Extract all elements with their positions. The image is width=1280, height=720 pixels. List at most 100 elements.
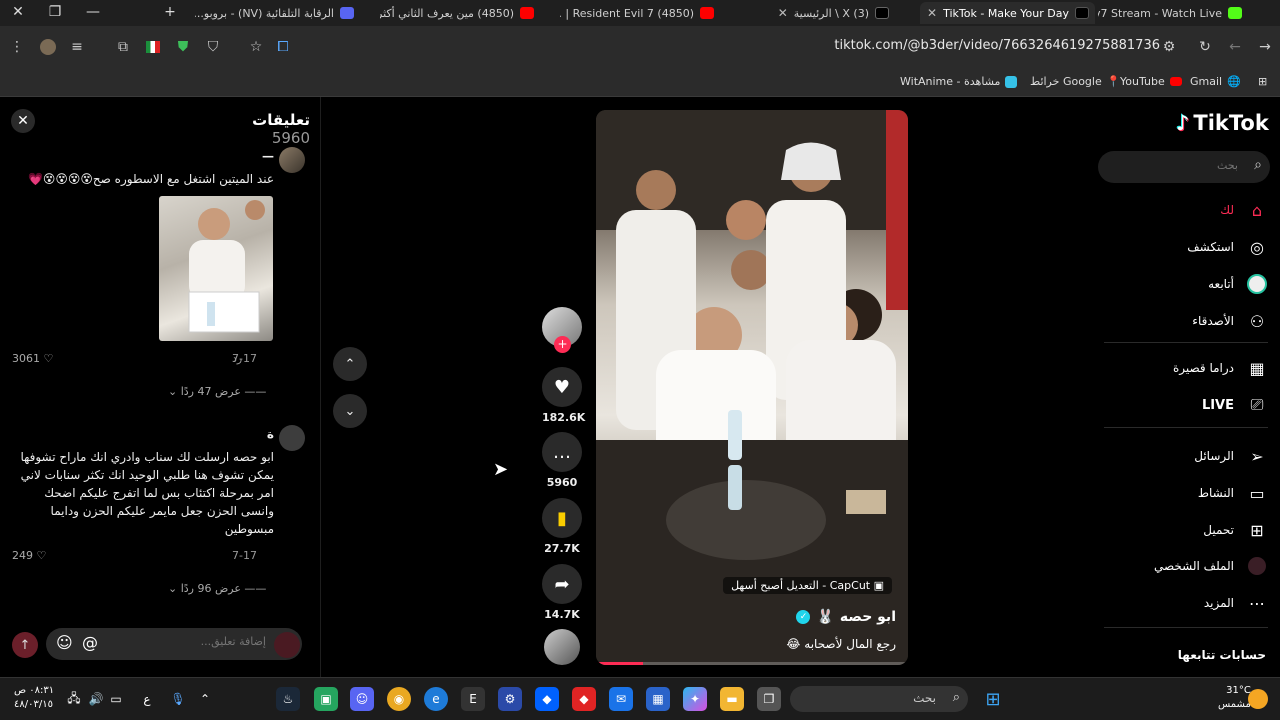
nav-explore[interactable]: استكشف ◎ — [1130, 234, 1268, 260]
comment-likes[interactable]: 249 ♡ — [12, 549, 46, 562]
tray-chevron-icon[interactable]: ⌃ — [193, 687, 217, 711]
nav-friends[interactable]: الأصدقاء ⚇ — [1130, 308, 1268, 334]
discord-icon[interactable]: ☺ — [350, 687, 374, 711]
reload-icon[interactable]: ↻ — [1194, 36, 1216, 58]
edge-icon[interactable]: e — [424, 687, 448, 711]
store-icon[interactable]: ▦ — [646, 687, 670, 711]
nav-upload[interactable]: تحميل ⊞ — [1130, 517, 1268, 543]
send-comment-button[interactable]: ↑ — [12, 632, 38, 658]
taskbar-search[interactable]: بحث ⌕ — [790, 686, 968, 712]
forward-icon[interactable]: ← — [1224, 36, 1246, 58]
app-green-icon[interactable]: ▣ — [314, 687, 338, 711]
nav-short-drama[interactable]: دراما قصيرة ▦ — [1130, 355, 1268, 381]
like-button[interactable]: ♥ 182.6K — [542, 367, 585, 424]
view-replies-button[interactable]: —— عرض 47 ردًا ⌄ — [168, 385, 266, 398]
previous-video-button[interactable]: ⌃ — [333, 347, 367, 381]
comment-author[interactable]: — — [240, 147, 274, 165]
tiktok-logo[interactable]: ♪ TikTok — [1176, 111, 1269, 135]
next-video-button[interactable]: ⌄ — [333, 394, 367, 428]
video-player[interactable]: ▣ CapCut - التعديل أصبح أسهل ابو حصه 🐰 ✓… — [596, 110, 908, 665]
nav-live[interactable]: LIVE ⎚ — [1130, 392, 1268, 418]
steam-icon[interactable]: ♨ — [276, 687, 300, 711]
bookmark-gmail[interactable]: 🌐 Gmail — [1190, 75, 1241, 88]
music-disc-button[interactable] — [542, 629, 582, 665]
bookmark-youtube[interactable]: YouTube — [1120, 75, 1182, 88]
video-author[interactable]: ابو حصه 🐰 ✓ — [796, 609, 896, 625]
nav-messages[interactable]: الرسائل ➢ — [1130, 443, 1268, 469]
battery-icon[interactable]: ▭ — [104, 687, 128, 711]
save-button[interactable]: ▮ 27.7K — [542, 498, 582, 555]
nav-following[interactable]: أتابعه — [1130, 271, 1268, 297]
nav-more[interactable]: المزيد ⋯ — [1130, 590, 1268, 616]
comment-author[interactable]: ة — [240, 425, 274, 443]
search-icon[interactable]: ⌕ — [1254, 157, 1262, 173]
follow-plus-icon[interactable]: + — [554, 336, 571, 353]
share-button[interactable]: ➦ 14.7K — [542, 564, 582, 621]
creator-avatar-button[interactable]: + — [542, 307, 582, 353]
minimize-window-icon[interactable]: — — [83, 4, 103, 20]
tab-nxv7[interactable]: Nxv7 Stream - Watch Live — [1098, 2, 1248, 24]
privacy-shield-icon[interactable]: ⛉ — [202, 36, 224, 58]
mail-icon[interactable]: ✉ — [609, 687, 633, 711]
app-red-icon[interactable]: ◆ — [572, 687, 596, 711]
comment-input[interactable] — [116, 635, 266, 648]
epic-games-icon[interactable]: E — [461, 687, 485, 711]
comment-likes[interactable]: 3061 ♡ — [12, 352, 53, 365]
search-input[interactable] — [1118, 159, 1238, 172]
file-explorer-icon[interactable]: ▬ — [720, 687, 744, 711]
bookmark-star-icon[interactable]: ☆ — [245, 36, 267, 58]
app-blue-icon[interactable]: ⚙ — [498, 687, 522, 711]
copilot-icon[interactable]: ✦ — [683, 687, 707, 711]
close-comments-icon[interactable]: ✕ — [11, 109, 35, 133]
emoji-icon[interactable]: ☺ — [56, 633, 73, 652]
comment-image[interactable] — [159, 196, 273, 341]
menu-dots-icon[interactable]: ⋮ — [6, 36, 28, 58]
new-tab-icon[interactable]: + — [160, 4, 180, 20]
view-replies-button[interactable]: —— عرض 96 ردًا ⌄ — [168, 582, 266, 595]
language-indicator[interactable]: ع — [135, 687, 159, 711]
close-window-icon[interactable]: ✕ — [8, 4, 28, 20]
avatar[interactable] — [279, 147, 305, 173]
nav-activity[interactable]: النشاط ▭ — [1130, 480, 1268, 506]
weather-widget[interactable]: 31°C مشمس — [1218, 684, 1251, 712]
close-tab-icon[interactable]: ✕ — [927, 6, 937, 20]
dropbox-icon[interactable]: ◆ — [535, 687, 559, 711]
nav-profile[interactable]: الملف الشخصي — [1130, 553, 1268, 579]
tab-discord[interactable]: الرقابة التلقائية (NV) - بروبو... ✕ — [195, 2, 360, 24]
bookmark-witanime[interactable]: مشاهدة - WitAnime — [900, 75, 1018, 88]
nav-for-you[interactable]: لك ⌂ — [1130, 197, 1268, 223]
restore-window-icon[interactable]: ❐ — [45, 4, 65, 20]
mention-icon[interactable]: @ — [82, 633, 98, 652]
windows-start-icon[interactable]: ⊞ — [981, 687, 1005, 711]
site-settings-icon[interactable]: ⚙ — [1158, 36, 1180, 58]
reading-list-icon[interactable]: ≡ — [66, 36, 88, 58]
task-view-icon[interactable]: ❐ — [757, 687, 781, 711]
tab-youtube-2[interactable]: (4850) مين يعرف الثاني أكثر ... ✕ — [380, 2, 540, 24]
avatar[interactable] — [279, 425, 305, 451]
system-clock[interactable]: ٠٨:٣١ ص ٤٨/٠٣/١٥ — [14, 684, 54, 712]
bookmark-maps[interactable]: 📍 Google خرائط — [1030, 75, 1120, 88]
capcut-badge[interactable]: ▣ CapCut - التعديل أصبح أسهل — [723, 577, 892, 594]
chrome-icon[interactable]: ◉ — [387, 687, 411, 711]
globe-icon: 🌐 — [1227, 75, 1241, 88]
tab-x[interactable]: (3) X \ الرئيسية ✕ — [740, 2, 895, 24]
tab-tiktok[interactable]: TikTok - Make Your Day ✕ — [920, 2, 1095, 24]
reply-link[interactable]: رد — [232, 352, 244, 365]
adblock-shield-icon[interactable]: ⛊ — [172, 36, 194, 58]
comments-title-label: تعليقات — [252, 111, 310, 129]
view-replies-label: عرض 96 ردًا — [180, 582, 241, 595]
apps-grid-icon[interactable]: ⊞ — [1258, 75, 1267, 88]
profile-avatar-icon[interactable] — [37, 36, 59, 58]
address-bar[interactable]: tiktok.com/@b3der/video/7663264619275881… — [760, 38, 1160, 53]
extensions-icon[interactable]: ⧉ — [112, 36, 134, 58]
comment-button[interactable]: … 5960 — [542, 432, 582, 489]
video-progress-bar[interactable] — [596, 662, 908, 665]
tab-resident-evil[interactable]: (4850) Resident Evil 7 | ... ✕ — [560, 2, 720, 24]
extension-flag-icon[interactable] — [142, 36, 164, 58]
back-icon[interactable]: → — [1254, 36, 1276, 58]
clock-date: ٤٨/٠٣/١٥ — [14, 699, 53, 710]
close-tab-icon[interactable]: ✕ — [778, 6, 788, 20]
network-icon[interactable]: 🖧 — [62, 687, 86, 711]
microphone-icon[interactable]: 🎙 — [166, 687, 190, 711]
screen-share-icon[interactable]: ⧠ — [272, 36, 294, 58]
